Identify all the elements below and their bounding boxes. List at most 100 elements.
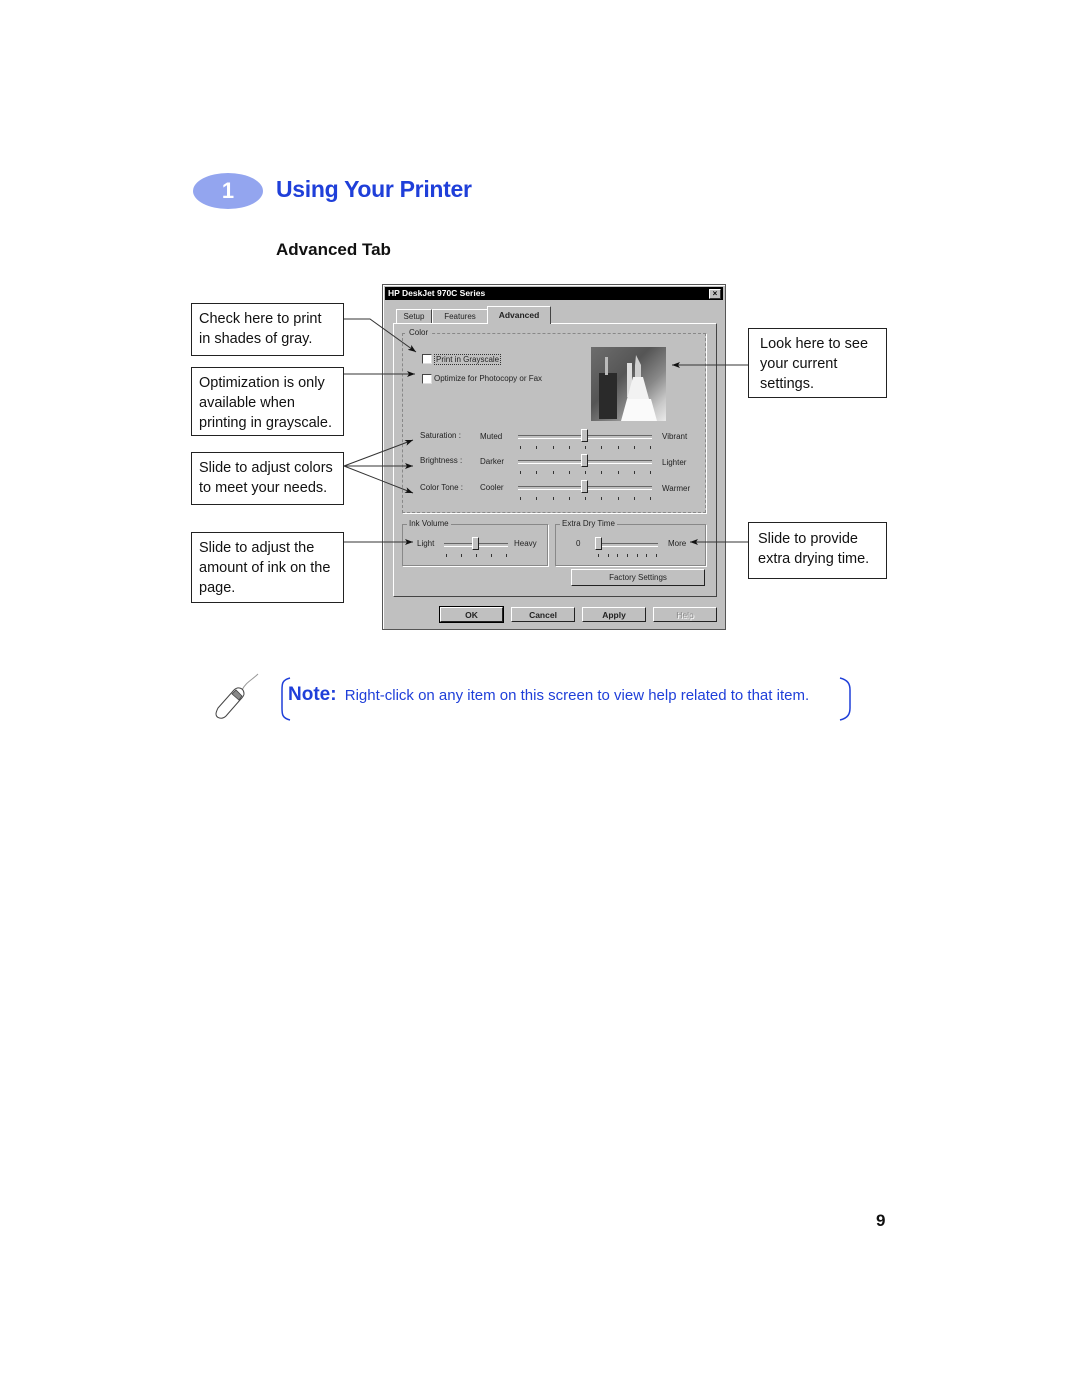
brightness-ticks (520, 471, 651, 474)
slider-tick (568, 446, 570, 449)
slider-tick (650, 446, 651, 449)
slider-tick (585, 471, 586, 474)
chapter-title: Using Your Printer (276, 176, 472, 202)
brightness-slider-thumb[interactable] (581, 454, 588, 467)
advanced-tab-panel: Color Print in Grayscale Optimize for Ph… (393, 323, 717, 597)
slider-tick (520, 471, 521, 474)
callout-ink: Slide to adjust the amount of ink on the… (191, 532, 344, 603)
slider-tick (568, 497, 570, 500)
slider-tick (536, 471, 538, 474)
note-body: Right-click on any item on this screen t… (344, 687, 810, 704)
ink-volume-ticks (446, 554, 507, 557)
print-grayscale-label[interactable]: Print in Grayscale (434, 354, 502, 365)
dry-time-ticks (598, 554, 657, 557)
color-tone-max-label: Warmer (662, 484, 691, 493)
note-label: Note: (288, 684, 337, 705)
space-shuttle-preview-image (591, 347, 666, 421)
ink-volume-min-label: Light (417, 539, 435, 548)
dry-time-slider-track[interactable] (596, 543, 658, 547)
slider-tick (617, 497, 619, 500)
dialog-title: HP DeskJet 970C Series (388, 288, 486, 298)
slider-tick (552, 446, 554, 449)
slider-tick (617, 554, 619, 557)
slider-tick (601, 497, 603, 500)
color-tone-slider-thumb[interactable] (581, 480, 588, 493)
slider-tick (633, 471, 635, 474)
slider-tick (536, 446, 538, 449)
callout-dry-time: Slide to provide extra drying time. (748, 522, 887, 579)
slider-tick (476, 554, 477, 557)
factory-settings-button[interactable]: Factory Settings (571, 569, 705, 586)
tab-advanced[interactable]: Advanced (487, 306, 551, 324)
slider-tick (617, 471, 619, 474)
color-tone-ticks (520, 497, 651, 500)
tab-advanced-label: Advanced (498, 310, 540, 320)
slider-tick (607, 554, 609, 557)
ink-volume-max-label: Heavy (514, 539, 537, 548)
note-callout: Note: Right-click on any item on this sc… (280, 676, 852, 721)
tab-features-label: Features (444, 312, 476, 321)
slider-tick (446, 554, 447, 557)
slider-tick (598, 554, 599, 557)
slider-tick (650, 497, 651, 500)
printer-properties-dialog: HP DeskJet 970C Series × Setup Features … (382, 284, 726, 630)
chapter-number-badge: 1 (193, 173, 263, 209)
slider-tick (650, 471, 651, 474)
dry-time-slider-thumb[interactable] (595, 537, 602, 550)
saturation-ticks (520, 446, 651, 449)
color-group: Color Print in Grayscale Optimize for Ph… (402, 328, 706, 513)
color-tone-label: Color Tone : (420, 483, 463, 492)
slider-tick (627, 554, 628, 557)
dry-time-min-label: 0 (576, 539, 581, 548)
tab-setup-label: Setup (403, 312, 425, 321)
dry-time-max-label: More (668, 539, 687, 548)
slider-tick (656, 554, 657, 557)
slider-tick (585, 497, 586, 500)
help-button[interactable]: Help (653, 607, 717, 622)
chapter-number: 1 (221, 178, 235, 203)
dialog-titlebar: HP DeskJet 970C Series × (385, 287, 723, 300)
page-number: 9 (876, 1211, 886, 1230)
optimize-label[interactable]: Optimize for Photocopy or Fax (434, 374, 542, 383)
slider-tick (520, 446, 521, 449)
slider-tick (633, 446, 635, 449)
cancel-button[interactable]: Cancel (511, 607, 575, 622)
callout-colors: Slide to adjust colors to meet your need… (191, 452, 344, 505)
saturation-slider-thumb[interactable] (581, 429, 588, 442)
saturation-label: Saturation : (420, 431, 461, 440)
slider-tick (506, 554, 507, 557)
optimize-checkbox[interactable] (422, 374, 432, 384)
slider-tick (461, 554, 462, 557)
print-grayscale-checkbox[interactable] (422, 354, 432, 364)
brightness-max-label: Lighter (662, 458, 687, 467)
slider-tick (601, 446, 603, 449)
ok-button[interactable]: OK (439, 606, 504, 623)
section-title: Advanced Tab (276, 240, 391, 259)
slider-tick (617, 446, 619, 449)
note-text: Note: Right-click on any item on this sc… (288, 684, 809, 706)
brightness-min-label: Darker (480, 457, 505, 466)
close-icon[interactable]: × (709, 289, 721, 299)
tab-setup[interactable]: Setup (396, 309, 432, 323)
slider-tick (601, 471, 603, 474)
ink-volume-label: Ink Volume (407, 519, 451, 528)
apply-button[interactable]: Apply (582, 607, 646, 622)
slider-tick (636, 554, 638, 557)
slider-tick (568, 471, 570, 474)
slider-tick (520, 497, 521, 500)
ink-volume-slider-thumb[interactable] (472, 537, 479, 550)
saturation-min-label: Muted (480, 432, 503, 441)
dry-time-group: Extra Dry Time 0 More (555, 519, 706, 566)
slider-tick (552, 471, 554, 474)
slider-tick (491, 554, 492, 557)
callout-grayscale: Check here to print in shades of gray. (191, 303, 344, 356)
slider-tick (646, 554, 648, 557)
slider-tick (633, 497, 635, 500)
callout-optimization: Optimization is only available when prin… (191, 367, 344, 436)
color-group-label: Color (407, 328, 431, 337)
callout-preview: Look here to see your current settings. (748, 328, 887, 398)
tab-features[interactable]: Features (432, 309, 488, 323)
slider-tick (585, 446, 586, 449)
slider-tick (552, 497, 554, 500)
ink-volume-group: Ink Volume Light Heavy (402, 519, 548, 566)
